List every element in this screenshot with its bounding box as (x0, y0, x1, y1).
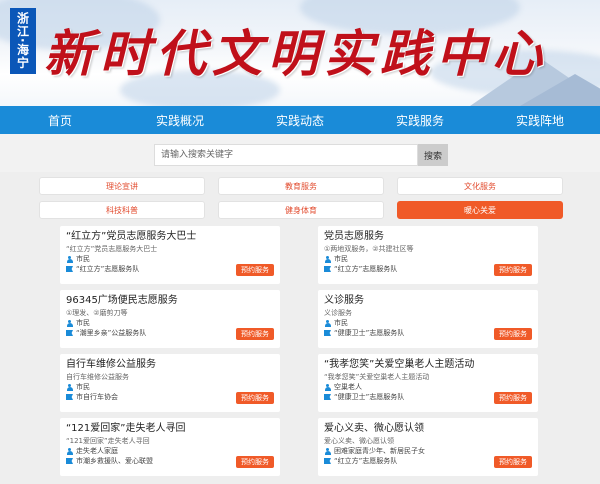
card-team: 市潮乡救援队、爱心联盟 (76, 457, 153, 465)
category-culture[interactable]: 文化服务 (397, 177, 563, 195)
person-icon (324, 383, 331, 391)
category-fitness[interactable]: 健身体育 (218, 201, 384, 219)
service-card[interactable]: 党员志愿服务 ①两地双服务，②共建社区等 市民 “红立方”志愿服务队 预约服务 (318, 226, 538, 284)
site-title: 新时代文明实践中心 (44, 24, 548, 83)
service-card[interactable]: “红立方”党员志愿服务大巴士 “红立方”党员志愿服务大巴士 市民 “红立方”志愿… (60, 226, 280, 284)
nav-home[interactable]: 首页 (0, 106, 120, 134)
card-team: “红立方”志愿服务队 (334, 457, 398, 465)
person-icon (66, 447, 73, 455)
service-card[interactable]: 96345广场便民志愿服务 ①理发、②磨剪刀等 市民 “潮里乡亲”公益服务队 预… (60, 290, 280, 348)
nav-services[interactable]: 实践服务 (360, 106, 480, 134)
flag-icon (324, 458, 331, 464)
flag-icon (66, 394, 73, 400)
flag-icon (66, 458, 73, 464)
card-subtitle: 自行车维修公益服务 (66, 373, 129, 381)
flag-icon (66, 330, 73, 336)
nav-overview[interactable]: 实践概况 (120, 106, 240, 134)
card-team: “潮里乡亲”公益服务队 (76, 329, 147, 337)
header-banner: 浙江·海宁 新时代文明实践中心 (0, 0, 600, 106)
card-subtitle: 义诊服务 (324, 309, 352, 317)
person-icon (66, 255, 73, 263)
flag-icon (66, 266, 73, 272)
card-title: 党员志愿服务 (324, 231, 384, 242)
service-card[interactable]: “我孝您笑”关爱空巢老人主题活动 “我孝您笑”关爱空巢老人主题活动 空巢老人 “… (318, 354, 538, 412)
card-audience: 市民 (334, 319, 348, 327)
book-service-button[interactable]: 预约服务 (236, 264, 274, 276)
search-input[interactable] (154, 144, 418, 166)
card-title: 96345广场便民志愿服务 (66, 295, 178, 306)
flag-icon (324, 330, 331, 336)
card-title: “121爱回家”走失老人寻回 (66, 423, 186, 434)
search-bar: 搜索 (0, 134, 600, 172)
card-team: “健康卫士”志愿服务队 (334, 393, 405, 401)
card-title: “红立方”党员志愿服务大巴士 (66, 231, 197, 242)
card-title: 爱心义卖、微心愿认领 (324, 423, 424, 434)
nav-venues[interactable]: 实践阵地 (480, 106, 600, 134)
book-service-button[interactable]: 预约服务 (236, 328, 274, 340)
person-icon (324, 255, 331, 263)
person-icon (324, 447, 331, 455)
card-audience: 市民 (76, 383, 90, 391)
book-service-button[interactable]: 预约服务 (494, 392, 532, 404)
card-audience: 走失老人家庭 (76, 447, 118, 455)
category-education[interactable]: 教育服务 (218, 177, 384, 195)
book-service-button[interactable]: 预约服务 (494, 456, 532, 468)
service-card[interactable]: “121爱回家”走失老人寻回 “121爱回家”走失老人寻回 走失老人家庭 市潮乡… (60, 418, 280, 476)
card-subtitle: “121爱回家”走失老人寻回 (66, 437, 150, 445)
card-audience: 市民 (334, 255, 348, 263)
card-subtitle: “我孝您笑”关爱空巢老人主题活动 (324, 373, 430, 381)
card-title: “我孝您笑”关爱空巢老人主题活动 (324, 359, 475, 370)
card-subtitle: ①理发、②磨剪刀等 (66, 309, 128, 317)
book-service-button[interactable]: 预约服务 (494, 264, 532, 276)
card-title: 义诊服务 (324, 295, 364, 306)
card-team: “红立方”志愿服务队 (76, 265, 140, 273)
service-card[interactable]: 爱心义卖、微心愿认领 爱心义卖、微心愿认领 困难家庭青少年、新居民子女 “红立方… (318, 418, 538, 476)
card-subtitle: “红立方”党员志愿服务大巴士 (66, 245, 158, 253)
service-card[interactable]: 自行车维修公益服务 自行车维修公益服务 市民 市自行车协会 预约服务 (60, 354, 280, 412)
card-subtitle: ①两地双服务，②共建社区等 (324, 245, 414, 253)
person-icon (324, 319, 331, 327)
card-subtitle: 爱心义卖、微心愿认领 (324, 437, 394, 445)
card-team: “红立方”志愿服务队 (334, 265, 398, 273)
card-audience: 市民 (76, 255, 90, 263)
flag-icon (324, 394, 331, 400)
category-care[interactable]: 暖心关爱 (397, 201, 563, 219)
category-theory[interactable]: 理论宣讲 (39, 177, 205, 195)
service-card[interactable]: 义诊服务 义诊服务 市民 “健康卫士”志愿服务队 预约服务 (318, 290, 538, 348)
region-badge: 浙江·海宁 (10, 8, 36, 74)
card-audience: 市民 (76, 319, 90, 327)
card-title: 自行车维修公益服务 (66, 359, 156, 370)
person-icon (66, 319, 73, 327)
flag-icon (324, 266, 331, 272)
category-science[interactable]: 科技科普 (39, 201, 205, 219)
search-button[interactable]: 搜索 (418, 144, 448, 166)
card-team: “健康卫士”志愿服务队 (334, 329, 405, 337)
person-icon (66, 383, 73, 391)
nav-news[interactable]: 实践动态 (240, 106, 360, 134)
main-nav: 首页 实践概况 实践动态 实践服务 实践阵地 (0, 106, 600, 134)
card-audience: 空巢老人 (334, 383, 362, 391)
book-service-button[interactable]: 预约服务 (494, 328, 532, 340)
book-service-button[interactable]: 预约服务 (236, 456, 274, 468)
book-service-button[interactable]: 预约服务 (236, 392, 274, 404)
card-team: 市自行车协会 (76, 393, 118, 401)
card-audience: 困难家庭青少年、新居民子女 (334, 447, 425, 455)
